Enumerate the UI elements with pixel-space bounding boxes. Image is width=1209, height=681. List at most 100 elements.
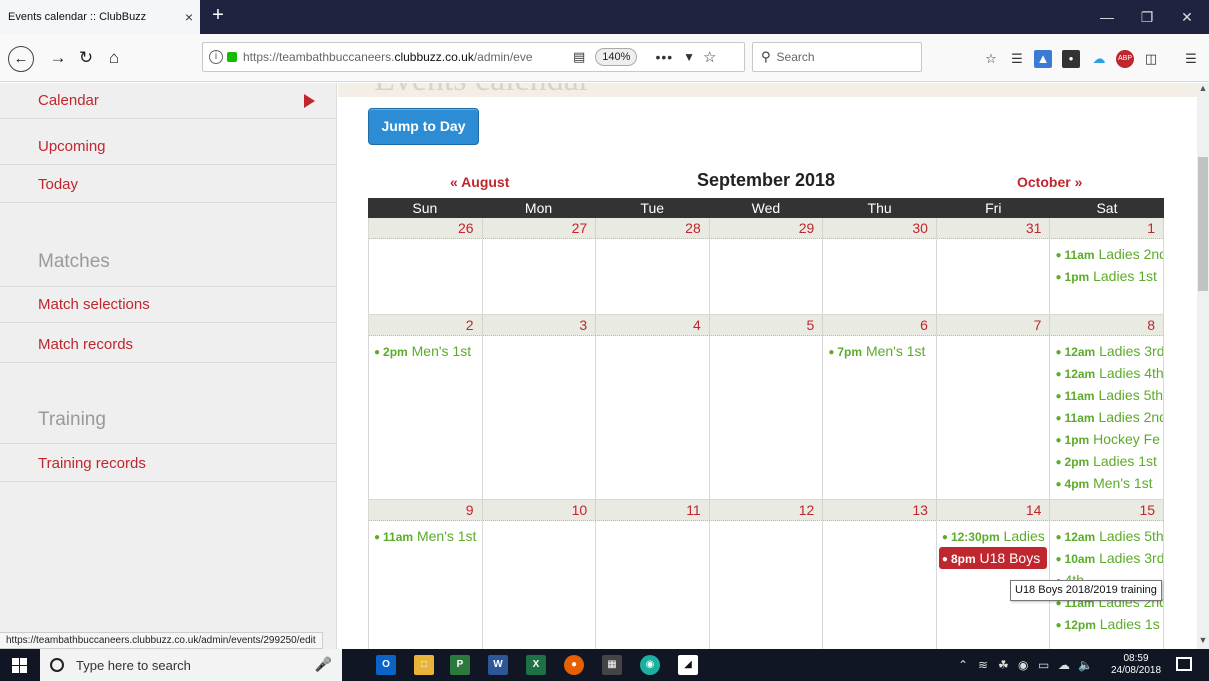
calendar-event[interactable]: ● 4pm Men's 1st (1050, 472, 1163, 494)
day-number[interactable]: 29 (710, 218, 824, 238)
day-number[interactable]: 9 (369, 500, 483, 520)
tray-chevron-icon[interactable]: ⌃ (958, 649, 968, 681)
address-bar[interactable]: i https://teambathbuccaneers.clubbuzz.co… (202, 42, 745, 72)
search-input[interactable]: ⚲ Search (752, 42, 922, 72)
extension-icon[interactable]: ▲ (1034, 50, 1052, 68)
calendar-event[interactable]: ● 11am Ladies 2nd (1050, 243, 1163, 265)
day-number[interactable]: 28 (596, 218, 710, 238)
day-cell[interactable] (483, 521, 597, 649)
sidebar-item-calendar[interactable]: Calendar (0, 83, 337, 119)
day-number[interactable]: 30 (823, 218, 937, 238)
day-cell[interactable] (369, 239, 483, 315)
day-cell[interactable] (823, 521, 937, 649)
day-cell[interactable] (596, 239, 710, 315)
bookmark-star-icon[interactable]: ☆ (703, 48, 716, 66)
new-tab-button[interactable]: + (206, 4, 230, 28)
pocket-icon[interactable]: ▼ (683, 50, 695, 64)
day-cell[interactable]: ● 11am Men's 1st (369, 521, 483, 649)
minimize-icon[interactable]: — (1087, 0, 1127, 34)
next-month-link[interactable]: October » (1017, 174, 1082, 190)
day-number[interactable]: 10 (483, 500, 597, 520)
onedrive-icon[interactable]: ☁ (1058, 649, 1070, 681)
day-cell[interactable] (936, 239, 1051, 315)
day-number[interactable]: 4 (596, 315, 710, 335)
day-number[interactable]: 27 (483, 218, 597, 238)
forward-icon[interactable]: → (46, 46, 70, 70)
day-number[interactable]: 14 (937, 500, 1051, 520)
day-cell[interactable] (482, 239, 597, 315)
taskbar-search-input[interactable]: Type here to search 🎤 (40, 649, 342, 681)
back-icon[interactable]: ← (8, 46, 34, 72)
calendar-event[interactable]: ● 12am Ladies 3rd (1050, 340, 1163, 362)
day-cell[interactable] (709, 336, 824, 500)
word-icon[interactable]: W (488, 655, 508, 675)
close-window-icon[interactable]: ✕ (1167, 0, 1207, 34)
sticky-notes-icon[interactable]: ◢ (678, 655, 698, 675)
project-icon[interactable]: P (450, 655, 470, 675)
calendar-event[interactable]: ● 12pm Ladies 1s (1050, 613, 1163, 635)
badge-extension-icon[interactable]: • (1062, 50, 1080, 68)
day-cell[interactable] (596, 521, 710, 649)
calendar-event[interactable]: ● 1pm Ladies 1st (1050, 265, 1163, 287)
jump-to-day-button[interactable]: Jump to Day (368, 108, 479, 145)
day-number[interactable]: 2 (369, 315, 483, 335)
restore-icon[interactable]: ❐ (1127, 0, 1167, 34)
calendar-event[interactable]: ● 2pm Ladies 1st (1050, 450, 1163, 472)
day-cell[interactable]: ● 12am Ladies 3rd ● 12am Ladies 4th ● 11am La… (1050, 336, 1165, 500)
page-scrollbar[interactable]: ▲ ▼ (1197, 83, 1209, 649)
day-number[interactable]: 12 (710, 500, 824, 520)
sidebar-item-match-selections[interactable]: Match selections (0, 287, 337, 323)
day-cell[interactable] (709, 239, 824, 315)
day-number[interactable]: 1 (1050, 218, 1165, 238)
day-number[interactable]: 5 (710, 315, 824, 335)
sidebar-item-training-records[interactable]: Training records (0, 446, 337, 482)
tray-app-icon[interactable]: ☘ (998, 649, 1009, 681)
calendar-event[interactable]: ● 2pm Men's 1st (369, 340, 482, 362)
day-number[interactable]: 26 (369, 218, 483, 238)
calendar-event[interactable]: ● 11am Ladies 5th (1050, 384, 1163, 406)
calendar-event[interactable]: ● 12am Ladies 5th (1050, 525, 1163, 547)
day-number[interactable]: 3 (483, 315, 597, 335)
downloads-icon[interactable]: ☆ (982, 50, 1000, 68)
windows-start-icon[interactable] (12, 658, 27, 673)
battery-icon[interactable]: ▭ (1038, 649, 1049, 681)
calendar-event[interactable]: ● 12:30pm Ladies (937, 525, 1050, 547)
sidebar-item-match-records[interactable]: Match records (0, 327, 337, 363)
info-icon[interactable]: i (209, 50, 223, 64)
day-cell[interactable]: ● 7pm Men's 1st (823, 336, 937, 500)
action-center-icon[interactable] (1176, 657, 1192, 671)
day-number[interactable]: 11 (596, 500, 710, 520)
calculator-icon[interactable]: ▦ (602, 655, 622, 675)
menu-icon[interactable]: ☰ (1182, 50, 1200, 68)
day-number[interactable]: 7 (937, 315, 1051, 335)
day-cell[interactable] (823, 239, 937, 315)
library-icon[interactable]: ☰ (1008, 50, 1026, 68)
previous-month-link[interactable]: « August (450, 174, 509, 190)
day-number[interactable]: 15 (1050, 500, 1165, 520)
browser-tab[interactable]: Events calendar :: ClubBuzz × (0, 0, 200, 34)
reader-view-icon[interactable]: ▤ (573, 49, 585, 65)
sidebar-toggle-icon[interactable]: ◫ (1142, 50, 1160, 68)
microphone-icon[interactable]: 🎤 (315, 656, 332, 673)
day-number[interactable]: 8 (1050, 315, 1165, 335)
day-number[interactable]: 31 (937, 218, 1051, 238)
volume-icon[interactable]: 🔈 (1078, 649, 1093, 681)
adblock-icon[interactable]: ABP (1116, 50, 1134, 68)
day-number[interactable]: 6 (823, 315, 937, 335)
scrollbar-thumb[interactable] (1198, 157, 1208, 291)
sidebar-item-upcoming[interactable]: Upcoming (0, 129, 337, 165)
home-icon[interactable]: ⌂ (102, 46, 126, 70)
globe-icon[interactable]: ◉ (1018, 649, 1028, 681)
page-actions-icon[interactable]: ••• (655, 49, 673, 65)
day-cell[interactable] (596, 336, 710, 500)
day-cell[interactable] (710, 521, 824, 649)
outlook-icon[interactable]: O (376, 655, 396, 675)
sidebar-item-today[interactable]: Today (0, 167, 337, 203)
lock-icon[interactable] (227, 52, 237, 62)
scroll-up-icon[interactable]: ▲ (1197, 83, 1209, 97)
calendar-event[interactable]: ● 10am Ladies 3rd (1050, 547, 1163, 569)
day-cell[interactable] (936, 336, 1051, 500)
calendar-event[interactable]: ● 8pm U18 Boys (938, 547, 1048, 569)
close-tab-icon[interactable]: × (178, 9, 200, 25)
zoom-level-badge[interactable]: 140% (595, 48, 638, 66)
